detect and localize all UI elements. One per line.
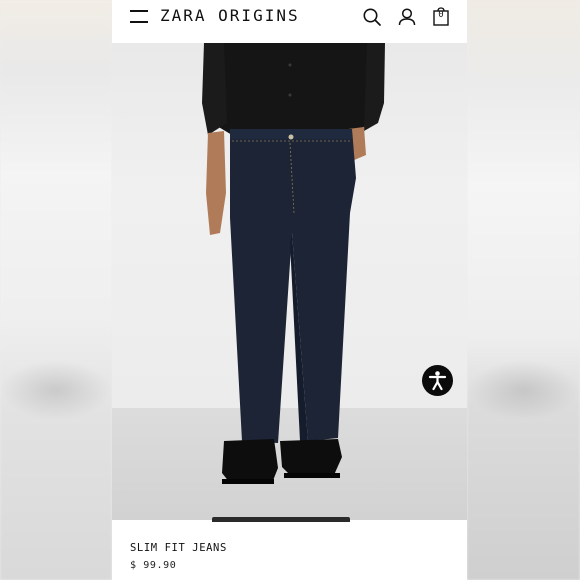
blurred-backdrop-left [0,0,112,580]
brand-logo[interactable]: ZARA ORIGINS [160,6,300,25]
accessibility-icon[interactable] [422,365,453,396]
shopping-bag-icon[interactable]: 0 [430,6,452,28]
next-image-peek[interactable] [212,517,350,522]
account-icon[interactable] [396,6,418,28]
blurred-backdrop-right [467,0,580,580]
product-price: $ 99.90 [130,560,177,571]
hamburger-menu-icon[interactable] [130,8,148,24]
top-header: ZARA ORIGINS 0 [112,0,467,43]
product-name[interactable]: SLIM FIT JEANS [130,542,227,554]
model-figure [202,43,385,484]
product-info[interactable]: SLIM FIT JEANS $ 99.90 [130,542,227,571]
mobile-store-page: ZARA ORIGINS 0 SLIM FIT JEANS $ 99.90 [112,0,467,580]
bag-item-count: 0 [438,10,444,20]
product-image[interactable] [112,43,467,520]
search-icon[interactable] [361,6,383,28]
